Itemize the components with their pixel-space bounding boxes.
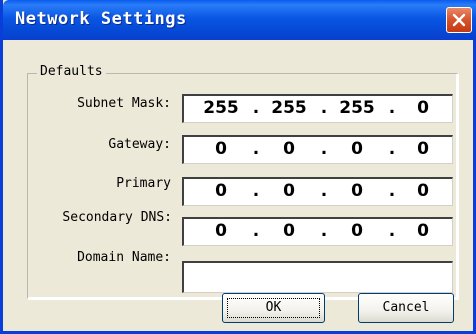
focus-rectangle <box>227 298 320 318</box>
ip-separator: . <box>252 181 260 201</box>
secondary-dns-octet-1[interactable]: 0 <box>199 221 243 241</box>
ip-separator: . <box>388 98 396 118</box>
ip-separator: . <box>388 139 396 159</box>
ip-separator: . <box>320 221 328 241</box>
primary-label: Primary <box>116 176 171 191</box>
ip-separator: . <box>320 181 328 201</box>
cancel-button[interactable]: Cancel <box>358 293 454 323</box>
secondary-dns-octet-2[interactable]: 0 <box>267 221 311 241</box>
domain-name-label: Domain Name: <box>77 250 171 265</box>
secondary-dns-label: Secondary DNS: <box>62 210 172 225</box>
ip-separator: . <box>252 98 260 118</box>
ip-separator: . <box>252 221 260 241</box>
gateway-octet-2[interactable]: 0 <box>267 139 311 159</box>
ok-button[interactable]: OK <box>222 293 325 323</box>
primary-octet-4[interactable]: 0 <box>401 181 445 201</box>
ip-separator: . <box>388 221 396 241</box>
secondary-dns-octet-3[interactable]: 0 <box>335 221 379 241</box>
defaults-legend: Defaults <box>37 64 106 79</box>
close-button[interactable] <box>446 7 472 33</box>
ip-separator: . <box>320 139 328 159</box>
cancel-button-label: Cancel <box>382 300 430 315</box>
network-settings-dialog: Network Settings Defaults Subnet Mask: 2… <box>0 0 476 334</box>
gateway-field[interactable]: 0 . 0 . 0 . 0 <box>182 135 453 164</box>
subnet-mask-label: Subnet Mask: <box>77 96 171 111</box>
gateway-octet-4[interactable]: 0 <box>401 139 445 159</box>
subnet-mask-octet-1[interactable]: 255 <box>199 98 243 118</box>
subnet-mask-octet-2[interactable]: 255 <box>267 98 311 118</box>
primary-octet-3[interactable]: 0 <box>335 181 379 201</box>
gateway-octet-3[interactable]: 0 <box>335 139 379 159</box>
ip-separator: . <box>320 98 328 118</box>
secondary-dns-octet-4[interactable]: 0 <box>401 221 445 241</box>
title-bar[interactable]: Network Settings <box>3 0 476 40</box>
subnet-mask-octet-4[interactable]: 0 <box>401 98 445 118</box>
subnet-mask-octet-3[interactable]: 255 <box>335 98 379 118</box>
subnet-mask-field[interactable]: 255 . 255 . 255 . 0 <box>182 94 453 123</box>
dialog-title: Network Settings <box>15 9 187 29</box>
gateway-octet-1[interactable]: 0 <box>199 139 243 159</box>
primary-dns-field[interactable]: 0 . 0 . 0 . 0 <box>182 177 453 206</box>
ip-separator: . <box>252 139 260 159</box>
secondary-dns-field[interactable]: 0 . 0 . 0 . 0 <box>182 217 453 246</box>
primary-octet-1[interactable]: 0 <box>199 181 243 201</box>
close-icon <box>452 13 466 27</box>
primary-octet-2[interactable]: 0 <box>267 181 311 201</box>
gateway-label: Gateway: <box>108 137 171 152</box>
domain-name-input[interactable] <box>182 261 453 293</box>
ip-separator: . <box>388 181 396 201</box>
